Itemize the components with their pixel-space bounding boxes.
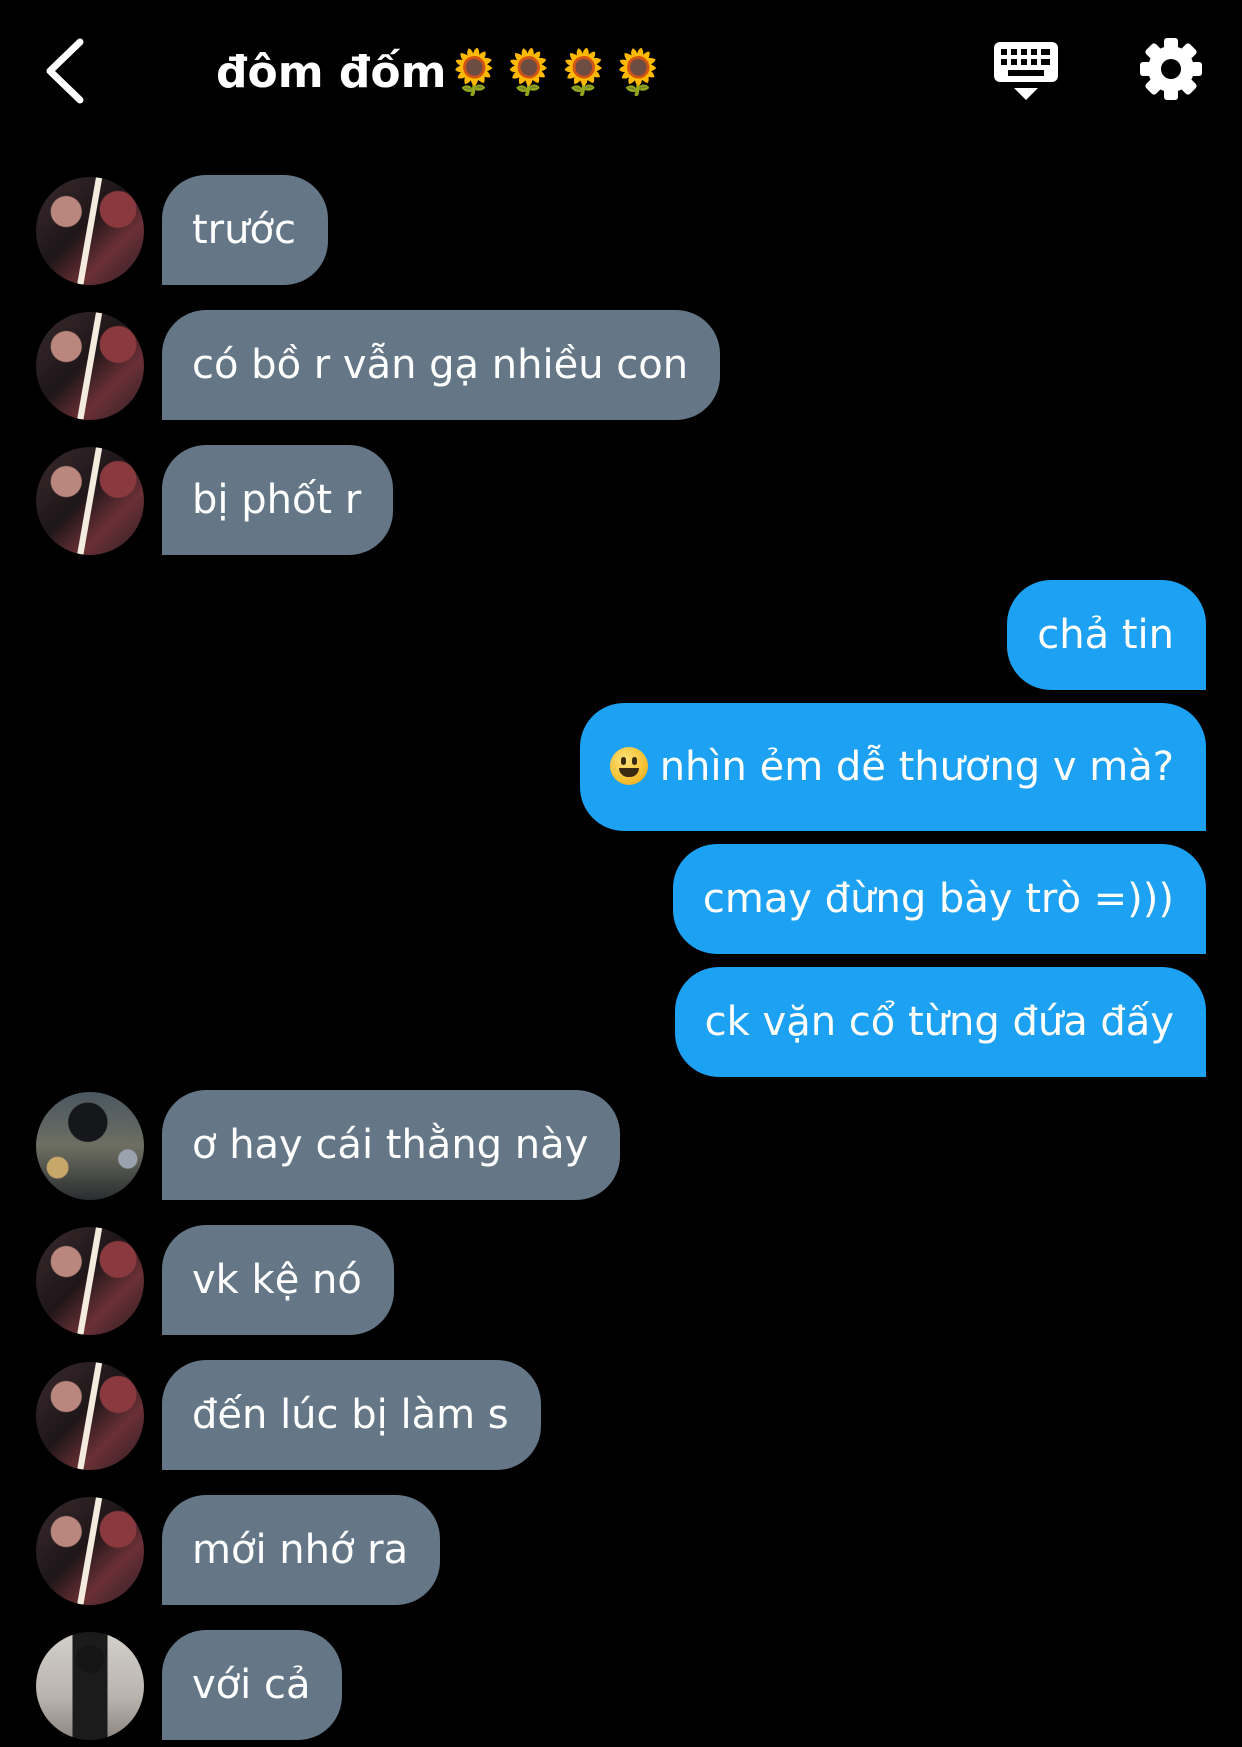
avatar[interactable] <box>36 1497 144 1605</box>
message-outgoing: nhìn ẻm dễ thương v mà? <box>0 703 1242 831</box>
message-incoming: mới nhớ ra <box>0 1495 1242 1607</box>
message-bubble[interactable]: vk kệ nó <box>162 1225 394 1335</box>
message-incoming: với cả <box>0 1630 1242 1742</box>
message-bubble[interactable]: ơ hay cái thằng này <box>162 1090 621 1200</box>
message-bubble[interactable]: đến lúc bị làm s <box>162 1360 541 1470</box>
message-bubble[interactable]: ck vặn cổ từng đứa đấy <box>674 967 1206 1077</box>
message-bubble[interactable]: có bồ r vẫn gạ nhiều con <box>162 310 721 420</box>
message-incoming: có bồ r vẫn gạ nhiều con <box>0 310 1242 422</box>
message-list[interactable]: trước có bồ r vẫn gạ nhiều con bị phốt r… <box>0 0 1242 1747</box>
message-incoming: vk kệ nó <box>0 1225 1242 1337</box>
message-outgoing: chả tin <box>0 580 1242 692</box>
message-outgoing: ck vặn cổ từng đứa đấy <box>0 967 1242 1079</box>
message-bubble[interactable]: với cả <box>162 1630 343 1740</box>
message-bubble[interactable]: bị phốt r <box>162 445 394 555</box>
avatar[interactable] <box>36 312 144 420</box>
message-incoming: trước <box>0 175 1242 287</box>
message-outgoing: cmay đừng bày trò =))) <box>0 844 1242 956</box>
message-bubble[interactable]: nhìn ẻm dễ thương v mà? <box>579 703 1206 831</box>
message-bubble[interactable]: trước <box>162 175 328 285</box>
message-incoming: đến lúc bị làm s <box>0 1360 1242 1472</box>
message-bubble[interactable]: chả tin <box>1007 580 1206 690</box>
avatar[interactable] <box>36 447 144 555</box>
avatar[interactable] <box>36 1632 144 1740</box>
message-bubble[interactable]: cmay đừng bày trò =))) <box>672 844 1206 954</box>
message-incoming: ơ hay cái thằng này <box>0 1090 1242 1202</box>
avatar[interactable] <box>36 1227 144 1335</box>
message-text: nhìn ẻm dễ thương v mà? <box>659 744 1174 790</box>
message-bubble[interactable]: mới nhớ ra <box>162 1495 441 1605</box>
avatar[interactable] <box>36 1092 144 1200</box>
message-incoming: bị phốt r <box>0 445 1242 557</box>
grinning-face-icon <box>609 747 648 785</box>
avatar[interactable] <box>36 1362 144 1470</box>
avatar[interactable] <box>36 177 144 285</box>
